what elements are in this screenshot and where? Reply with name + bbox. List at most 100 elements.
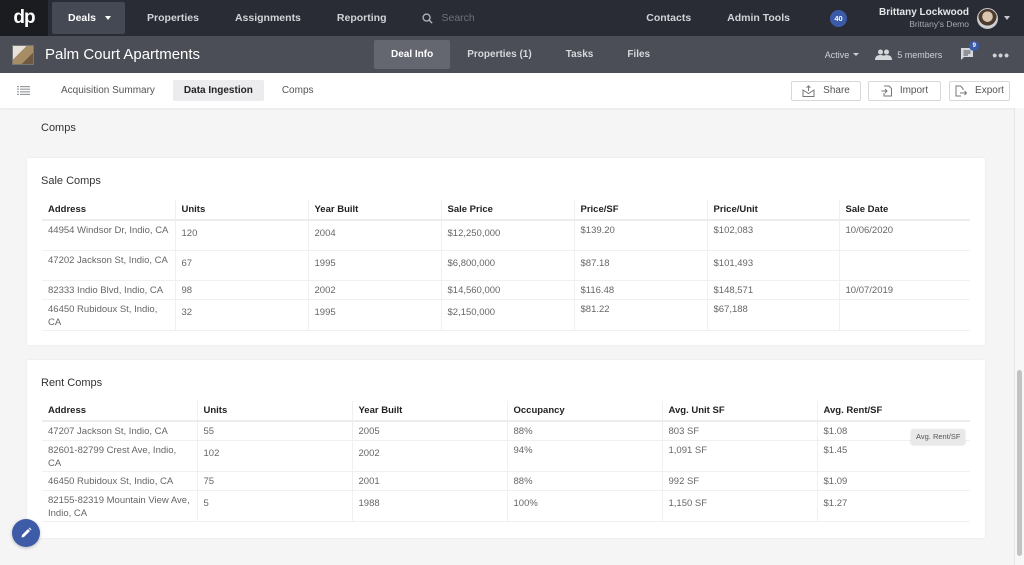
cell-year-built: 2001 [351, 471, 507, 491]
table-row[interactable]: 47207 Jackson St, Indio, CA 55 2005 88% … [42, 421, 970, 441]
tab-deal-info[interactable]: Deal Info [374, 40, 451, 69]
app-logo[interactable]: dp [0, 0, 48, 36]
col-units[interactable]: Units [174, 200, 308, 221]
list-menu-icon[interactable] [17, 86, 30, 95]
chevron-down-icon [853, 53, 860, 56]
cell-address: 47207 Jackson St, Indio, CA [42, 421, 197, 441]
cell-price-sf: $87.18 [573, 250, 707, 281]
deal-header: Palm Court Apartments Deal Info Properti… [0, 36, 1024, 73]
cell-year-built: 1995 [307, 250, 441, 281]
col-avg-unit-sf[interactable]: Avg. Unit SF [661, 401, 817, 422]
cell-year-built: 2002 [351, 440, 507, 472]
cell-occupancy: 100% [506, 490, 662, 522]
edit-button[interactable] [12, 519, 40, 547]
cell-units: 102 [196, 440, 352, 472]
table-row[interactable]: 82333 Indio Blvd, Indio, CA 98 2002 $14,… [42, 280, 970, 300]
comments-button[interactable]: 9 [960, 40, 980, 63]
comments-badge: 9 [969, 40, 980, 51]
cell-units: 67 [174, 250, 308, 281]
cell-address: 82333 Indio Blvd, Indio, CA [42, 280, 175, 300]
cell-year-built: 2002 [307, 280, 441, 300]
scrollbar-thumb[interactable] [1017, 370, 1022, 556]
cell-sale-date: 10/06/2020 [838, 220, 970, 251]
cell-units: 120 [174, 220, 308, 251]
cell-address: 46450 Rubidoux St, Indio, CA [42, 471, 197, 491]
user-menu-chevron-icon[interactable] [1004, 16, 1010, 20]
share-button[interactable]: Share [791, 80, 861, 101]
export-label: Export [975, 85, 1004, 96]
user-info[interactable]: Brittany Lockwood Brittany's Demo [879, 7, 969, 29]
cell-year-built: 1995 [307, 299, 441, 331]
cell-avg-unit-sf: 803 SF [661, 421, 817, 441]
cell-sale-date: 10/07/2019 [838, 280, 970, 300]
nav-admin-tools[interactable]: Admin Tools [709, 0, 808, 36]
table-row[interactable]: 46450 Rubidoux St, Indio, CA 75 2001 88%… [42, 471, 970, 491]
cell-units: 55 [196, 421, 352, 441]
subtab-data-ingestion[interactable]: Data Ingestion [172, 80, 264, 101]
cell-price-sf: $81.22 [573, 299, 707, 331]
rent-comps-title: Rent Comps [41, 377, 103, 389]
col-price-sf[interactable]: Price/SF [573, 200, 707, 221]
nav-deals-label: Deals [68, 12, 97, 24]
cell-year-built: 2004 [307, 220, 441, 251]
cell-address: 46450 Rubidoux St, Indio, CA [42, 299, 175, 331]
sale-comps-title: Sale Comps [41, 175, 101, 187]
rent-comps-card: Rent Comps Address Units Year Built Occu… [27, 360, 985, 538]
table-row[interactable]: 47202 Jackson St, Indio, CA 67 1995 $6,8… [42, 250, 970, 281]
table-row[interactable]: 82155-82319 Mountain View Ave, Indio, CA… [42, 490, 970, 522]
members-button[interactable]: 5 members [875, 49, 942, 60]
chevron-down-icon [105, 16, 112, 20]
section-title: Comps [41, 122, 76, 134]
nav-contacts[interactable]: Contacts [628, 0, 709, 36]
col-sale-date[interactable]: Sale Date [838, 200, 970, 221]
col-units[interactable]: Units [196, 401, 352, 422]
col-address[interactable]: Address [42, 401, 197, 422]
vertical-scrollbar[interactable] [1014, 108, 1024, 565]
table-header-row: Address Units Year Built Sale Price Pric… [42, 200, 970, 221]
deal-actions: Active 5 members 9 ••• [825, 40, 1024, 63]
avatar[interactable] [977, 7, 998, 29]
col-year-built[interactable]: Year Built [351, 401, 507, 422]
col-year-built[interactable]: Year Built [307, 200, 441, 221]
sale-comps-card: Sale Comps Address Units Year Built Sale… [27, 158, 985, 345]
col-avg-rent-sf[interactable]: Avg. Rent/SF [816, 401, 970, 422]
cell-price-sf: $116.48 [573, 280, 707, 300]
notification-badge[interactable]: 40 [829, 9, 847, 27]
search-input[interactable]: Search [441, 12, 474, 24]
more-options-icon[interactable]: ••• [992, 47, 1010, 63]
table-row[interactable]: 44954 Windsor Dr, Indio, CA 120 2004 $12… [42, 220, 970, 251]
subtab-acquisition-summary[interactable]: Acquisition Summary [50, 80, 166, 101]
nav-assignments[interactable]: Assignments [217, 0, 319, 36]
nav-deals[interactable]: Deals [52, 2, 126, 34]
cell-price-unit: $148,571 [706, 280, 839, 300]
cell-year-built: 2005 [351, 421, 507, 441]
status-dropdown[interactable]: Active [825, 50, 860, 60]
col-sale-price[interactable]: Sale Price [440, 200, 574, 221]
subtab-comps[interactable]: Comps [271, 80, 325, 101]
cell-address: 82601-82799 Crest Ave, Indio, CA [42, 440, 197, 472]
cell-price-unit: $101,493 [706, 250, 839, 281]
tab-files[interactable]: Files [610, 36, 667, 73]
col-address[interactable]: Address [42, 200, 175, 221]
sub-navbar: Acquisition Summary Data Ingestion Comps… [0, 73, 1024, 108]
cell-price-sf: $139.20 [573, 220, 707, 251]
cell-address: 47202 Jackson St, Indio, CA [42, 250, 175, 281]
pencil-icon [21, 527, 32, 538]
table-row[interactable]: 82601-82799 Crest Ave, Indio, CA 102 200… [42, 440, 970, 472]
cell-occupancy: 88% [506, 421, 662, 441]
nav-reporting[interactable]: Reporting [319, 0, 405, 36]
search-box[interactable]: Search [422, 12, 475, 24]
cell-avg-rent-sf: $1.27 [816, 490, 970, 522]
cell-year-built: 1988 [351, 490, 507, 522]
col-occupancy[interactable]: Occupancy [506, 401, 662, 422]
nav-properties[interactable]: Properties [129, 0, 217, 36]
cell-price-unit: $102,083 [706, 220, 839, 251]
deal-thumbnail [12, 44, 34, 65]
import-button[interactable]: Import [868, 80, 941, 101]
cell-units: 98 [174, 280, 308, 300]
export-button[interactable]: Export [949, 80, 1010, 101]
tab-properties[interactable]: Properties (1) [450, 36, 548, 73]
table-row[interactable]: 46450 Rubidoux St, Indio, CA 32 1995 $2,… [42, 299, 970, 331]
tab-tasks[interactable]: Tasks [549, 36, 611, 73]
col-price-unit[interactable]: Price/Unit [706, 200, 839, 221]
